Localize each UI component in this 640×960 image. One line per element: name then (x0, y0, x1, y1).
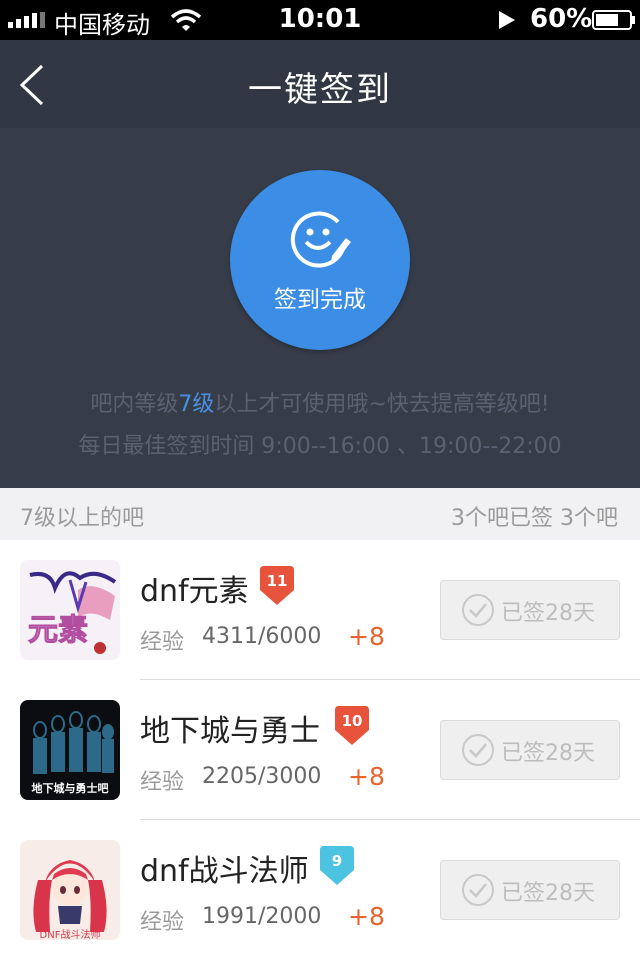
forum-name: 地下城与勇士 (140, 714, 320, 749)
forum-avatar: 元素 (20, 560, 120, 660)
level-badge: 9 (318, 846, 356, 886)
check-circle-icon (462, 734, 494, 766)
exp-label: 经验 (140, 630, 185, 655)
section-title: 7级以上的吧 (20, 506, 144, 531)
level-badge: 10 (333, 706, 371, 746)
exp-label: 经验 (140, 910, 185, 935)
exp-value: 4311/6000 (202, 624, 322, 649)
exp-gain: +8 (348, 762, 385, 791)
signed-days-button[interactable]: 已签28天 (440, 720, 620, 780)
svg-text:元素: 元素 (28, 613, 88, 648)
hint-suffix: 以上才可使用哦~快去提高等级吧! (214, 392, 550, 417)
list-item[interactable]: 地下城与勇士吧 地下城与勇士 10 经验 2205/3000 +8 已签28天 (0, 680, 640, 820)
forum-avatar: DNF战斗法师 (20, 840, 120, 940)
signed-days-label: 已签28天 (501, 881, 595, 906)
signed-days-label: 已签28天 (501, 741, 595, 766)
list-item[interactable]: DNF战斗法师 dnf战斗法师 9 经验 1991/2000 +8 已签28天 (0, 820, 640, 960)
signed-days-label: 已签28天 (501, 601, 595, 626)
exp-label: 经验 (140, 770, 185, 795)
battery-icon (592, 10, 635, 30)
page-title: 一键签到 (248, 70, 392, 110)
battery-percent: 60% (530, 4, 593, 34)
check-circle-icon (462, 874, 494, 906)
svg-text:地下城与勇士吧: 地下城与勇士吧 (32, 781, 109, 795)
signed-days-button[interactable]: 已签28天 (440, 580, 620, 640)
sign-in-status-label: 签到完成 (274, 287, 366, 313)
exp-gain: +8 (348, 902, 385, 931)
hint-prefix: 吧内等级 (90, 392, 179, 417)
sign-in-hero: 签到完成 吧内等级7级以上才可使用哦~快去提高等级吧! 每日最佳签到时间 9:0… (0, 128, 640, 488)
list-item[interactable]: 元素 dnf元素 11 经验 4311/6000 +8 已签28天 (0, 540, 640, 680)
status-bar: 中国移动 10:01 60% (0, 0, 640, 40)
best-time-hint: 每日最佳签到时间 9:00--16:00 、19:00--22:00 (78, 434, 562, 459)
signed-days-button[interactable]: 已签28天 (440, 860, 620, 920)
nav-bar: 一键签到 (0, 40, 640, 129)
sign-in-status-button[interactable]: 签到完成 (230, 170, 410, 350)
check-circle-icon (462, 594, 494, 626)
level-badge: 11 (258, 566, 296, 606)
hint-level: 7级 (178, 392, 215, 417)
level-requirement-hint: 吧内等级7级以上才可使用哦~快去提高等级吧! (0, 386, 640, 418)
section-header: 7级以上的吧 3个吧已签 3个吧 (0, 488, 640, 541)
forum-name: dnf战斗法师 (140, 854, 309, 889)
play-icon (499, 11, 515, 29)
smiley-pen-icon (290, 211, 351, 268)
forum-name: dnf元素 (140, 574, 249, 609)
exp-value: 1991/2000 (202, 904, 322, 929)
exp-gain: +8 (348, 622, 385, 651)
exp-value: 2205/3000 (202, 764, 322, 789)
section-summary: 3个吧已签 3个吧 (451, 506, 618, 531)
svg-text:DNF战斗法师: DNF战斗法师 (40, 928, 101, 940)
forum-avatar: 地下城与勇士吧 (20, 700, 120, 800)
